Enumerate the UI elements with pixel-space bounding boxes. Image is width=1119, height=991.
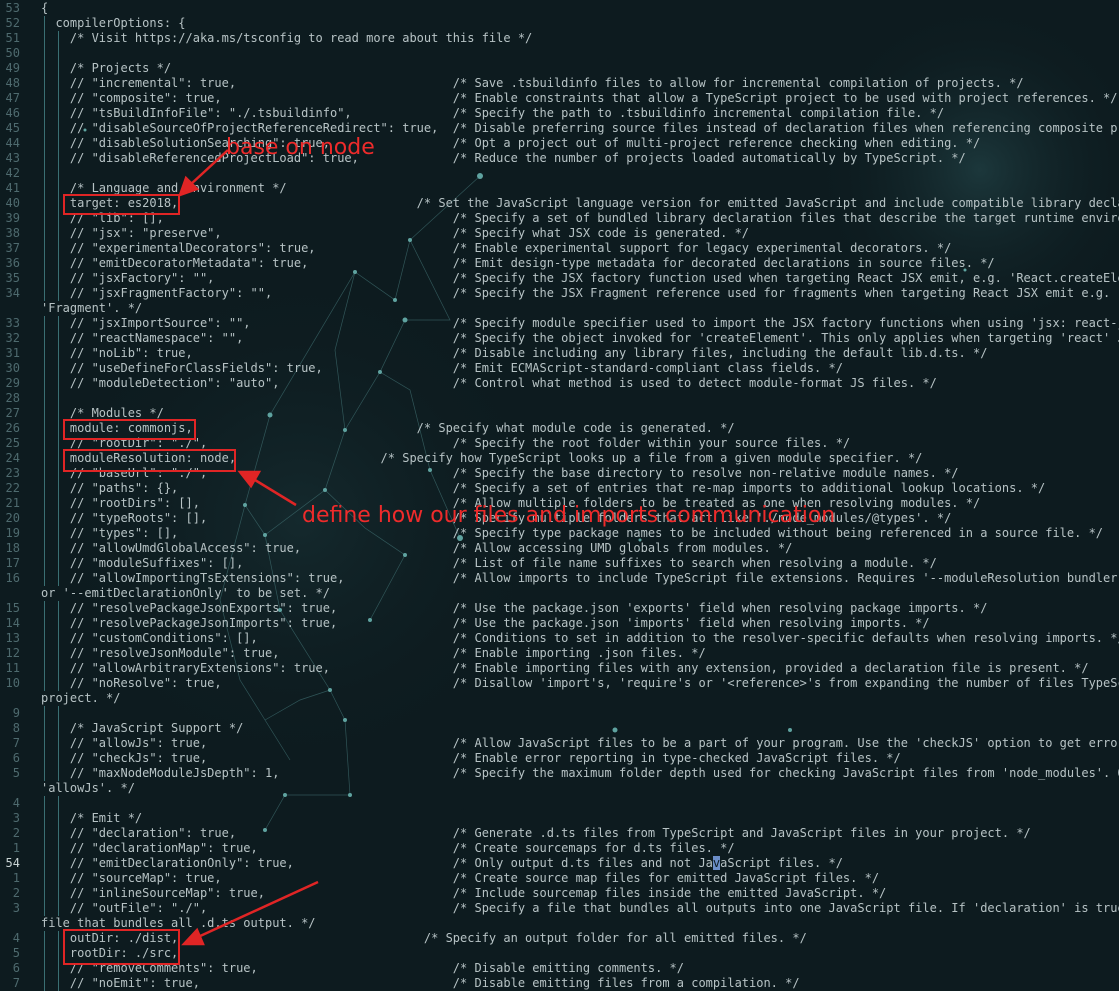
highlight-module-box [63,419,196,440]
highlight-target-box [63,194,180,215]
annotation-define-how: define how our files and imports communi… [302,503,836,528]
highlight-module-resolution-box [63,449,236,472]
annotation-arrows [177,149,319,946]
arrow-head-icon [237,470,262,489]
highlight-outdir-rootdir-box [63,929,180,965]
arrow-head-icon [181,927,205,946]
annotation-base-on-node: base on node [226,135,375,160]
